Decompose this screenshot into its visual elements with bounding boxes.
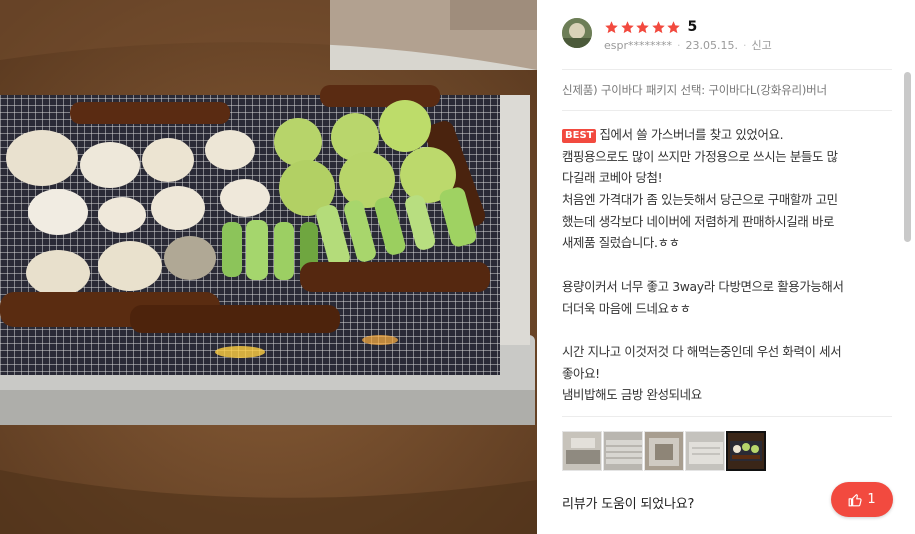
review-meta: espr******** · 23.05.15. · 신고 (604, 39, 772, 53)
star-rating: 5 (604, 19, 697, 35)
rating-value: 5 (687, 19, 698, 35)
photo-thumbnail-active[interactable] (726, 431, 766, 471)
star-icon (636, 20, 649, 33)
meta-separator: · (677, 39, 681, 52)
review-line: 캠핑용으로도 많이 쓰지만 가정용으로 쓰시는 분들도 많 (562, 148, 838, 164)
avatar (562, 18, 592, 48)
star-icon (605, 20, 618, 33)
review-line: BEST 집에서 쓸 가스버너를 찾고 있었어요. (562, 124, 892, 146)
photo-thumbnail[interactable] (685, 431, 725, 471)
review-line (562, 254, 892, 276)
review-line: 냄비밥해도 금방 완성되네요 (562, 387, 702, 403)
review-line: 시간 지나고 이것저것 다 해먹는중인데 우선 화력이 세서 (562, 343, 842, 359)
divider (562, 416, 892, 417)
review-line-text: 집에서 쓸 가스버너를 찾고 있었어요. (599, 127, 784, 142)
divider (562, 69, 892, 70)
thumbnail-strip (562, 431, 767, 471)
review-panel: 5 espr******** · 23.05.15. · 신고 신제품) 구이바다 패키… (537, 0, 915, 534)
like-count: 1 (867, 492, 876, 507)
review-line: 처음엔 가격대가 좀 있는듯해서 당근으로 구매할까 고민 (562, 192, 838, 208)
review-line (562, 319, 892, 341)
review-header: 5 espr******** · 23.05.15. · 신고 (562, 17, 892, 57)
review-line: 다길래 코베아 당첨! (562, 170, 663, 186)
review-body: BEST 집에서 쓸 가스버너를 찾고 있었어요. 캠핑용으로도 많이 쓰지만 가… (562, 124, 892, 406)
helpful-question: 리뷰가 도움이 되었나요? (562, 497, 695, 512)
helpful-like-button[interactable]: 1 (831, 482, 893, 517)
review-photo (0, 0, 537, 534)
divider (562, 110, 892, 111)
best-badge: BEST (562, 129, 597, 143)
review-line: 했는데 생각보다 네이버에 저렴하게 판매하시길래 바로 (562, 213, 835, 229)
star-icon (620, 20, 634, 33)
review-date: 23.05.15. (685, 39, 738, 52)
thumbs-up-icon (848, 493, 862, 506)
meta-separator: · (743, 39, 747, 52)
review-line: 더더욱 마음에 드네요ㅎㅎ (562, 300, 691, 316)
star-icon (667, 20, 680, 33)
review-line: 새제품 질렀습니다.ㅎㅎ (562, 235, 680, 251)
photo-thumbnail[interactable] (603, 431, 643, 471)
review-line: 좋아요! (562, 365, 600, 381)
product-option: 신제품) 구이바다 패키지 선택: 구이바다L(강화유리)버너 (562, 83, 827, 97)
scrollbar[interactable] (904, 72, 911, 242)
review-line: 용량이커서 너무 좋고 3way라 다방면으로 활용가능해서 (562, 278, 844, 294)
user-id: espr******** (604, 39, 673, 52)
photo-thumbnail[interactable] (562, 431, 602, 471)
star-icon (651, 20, 665, 33)
report-link[interactable]: 신고 (752, 39, 772, 52)
photo-thumbnail[interactable] (644, 431, 684, 471)
